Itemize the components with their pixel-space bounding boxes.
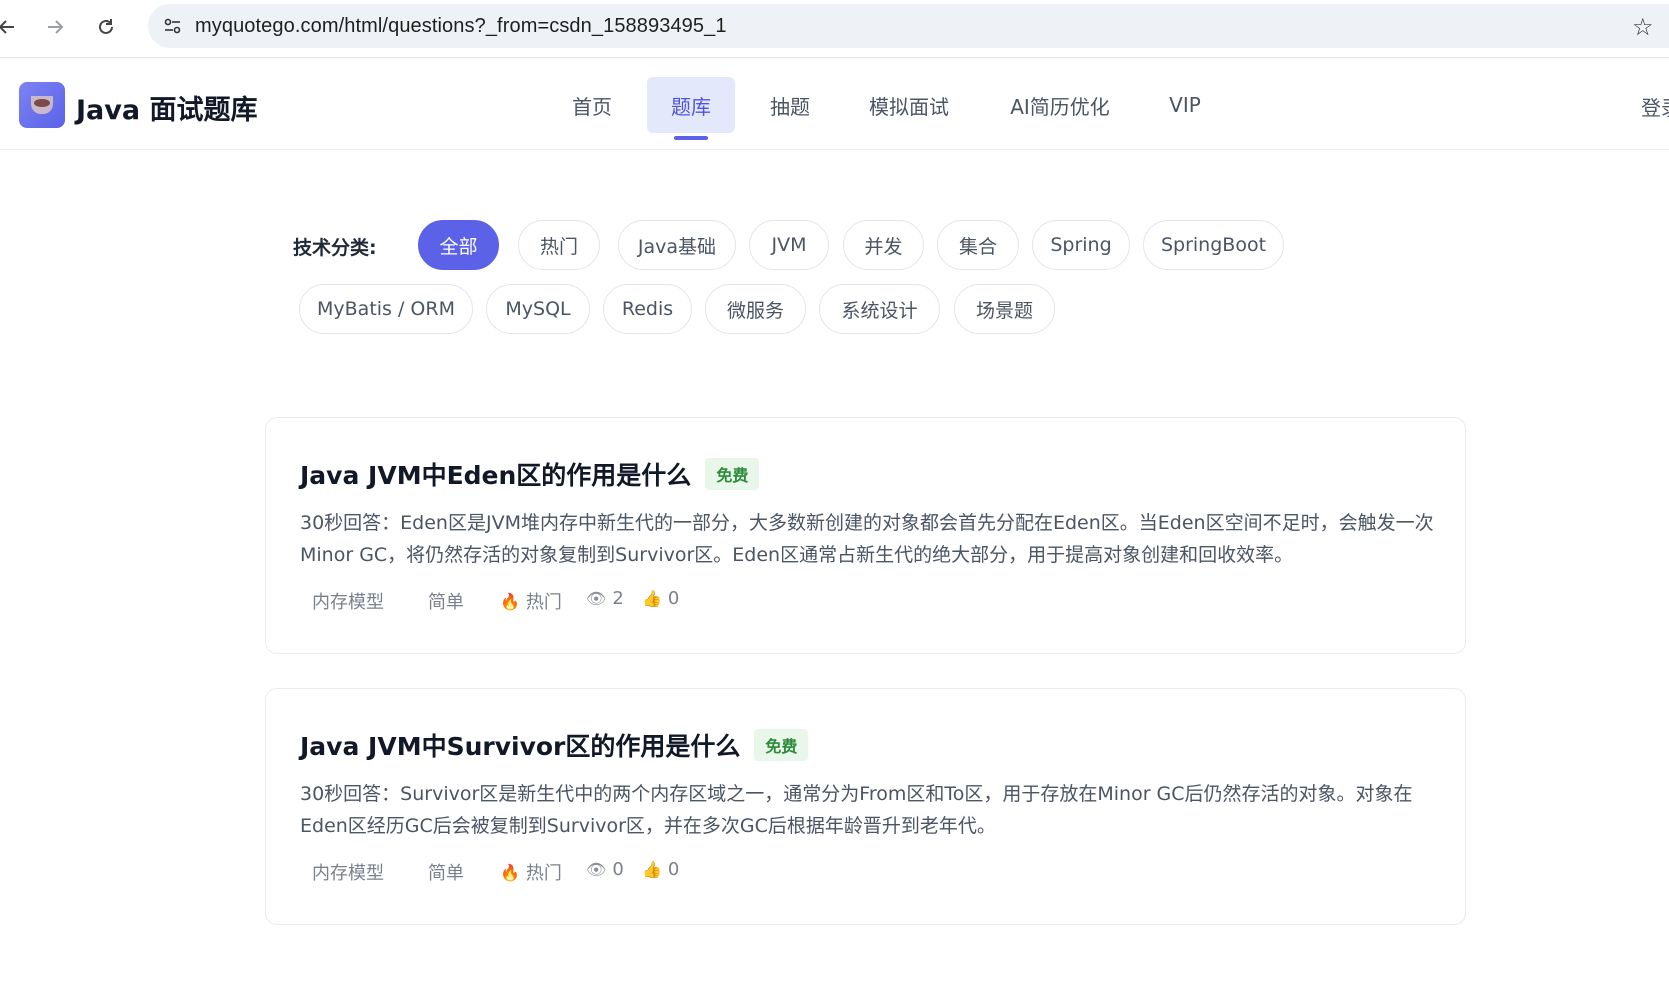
hot-tag: 🔥 热门 <box>500 859 562 885</box>
chip-concurrency[interactable]: 并发 <box>843 220 924 270</box>
views-value: 2 <box>612 588 624 609</box>
likes-count[interactable]: 👍 0 <box>642 588 679 609</box>
views-count: 👁 0 <box>586 859 624 880</box>
active-nav-indicator <box>674 136 708 140</box>
chip-hot[interactable]: 热门 <box>518 220 600 270</box>
free-badge: 免费 <box>754 729 809 761</box>
thumbs-up-icon[interactable]: 👍 <box>642 860 662 879</box>
url-text[interactable]: myquotego.com/html/questions?_from=csdn_… <box>195 15 727 38</box>
chip-java-basics[interactable]: Java基础 <box>618 220 736 270</box>
login-link[interactable]: 登录 <box>1641 92 1669 121</box>
nav-draw[interactable]: 抽题 <box>755 77 825 133</box>
chip-redis[interactable]: Redis <box>603 284 692 334</box>
address-bar[interactable]: myquotego.com/html/questions?_from=csdn_… <box>148 4 1669 48</box>
question-description: 30秒回答：Eden区是JVM堆内存中新生代的一部分，大多数新创建的对象都会首先… <box>300 512 1434 566</box>
chip-microservices[interactable]: 微服务 <box>705 284 806 334</box>
chip-springboot[interactable]: SpringBoot <box>1143 220 1284 270</box>
question-title[interactable]: Java JVM中Eden区的作用是什么 <box>300 456 691 492</box>
thumbs-up-icon[interactable]: 👍 <box>642 589 662 608</box>
nav-mock-interview[interactable]: 模拟面试 <box>853 77 965 133</box>
site-header: Java 面试题库 首页 题库 抽题 模拟面试 AI简历优化 VIP 登录 <box>0 58 1669 150</box>
site-title[interactable]: Java 面试题库 <box>76 88 258 127</box>
views-count: 👁 2 <box>586 588 624 609</box>
eye-icon: 👁 <box>586 589 607 608</box>
chip-spring[interactable]: Spring <box>1032 220 1130 270</box>
fire-icon: 🔥 <box>500 591 520 611</box>
question-description: 30秒回答：Survivor区是新生代中的两个内存区域之一，通常分为From区和… <box>300 783 1413 837</box>
chip-jvm[interactable]: JVM <box>749 220 829 270</box>
nav-home[interactable]: 首页 <box>557 77 627 133</box>
likes-count[interactable]: 👍 0 <box>642 859 679 880</box>
logo-coffee-icon[interactable] <box>19 82 65 128</box>
nav-questions[interactable]: 题库 <box>647 77 735 133</box>
site-info-icon[interactable] <box>162 15 184 37</box>
hot-label: 热门 <box>525 592 562 613</box>
fire-icon: 🔥 <box>500 862 520 882</box>
difficulty-tag: 简单 <box>428 592 464 613</box>
eye-icon: 👁 <box>586 860 607 879</box>
nav-ai-resume[interactable]: AI简历优化 <box>995 77 1125 133</box>
forward-arrow-icon[interactable] <box>40 12 70 42</box>
hot-tag: 🔥 热门 <box>500 588 562 614</box>
nav-vip[interactable]: VIP <box>1155 77 1215 133</box>
views-value: 0 <box>612 859 624 880</box>
category-tag: 内存模型 <box>312 863 384 884</box>
hot-label: 热门 <box>525 863 562 884</box>
free-badge: 免费 <box>705 458 760 490</box>
reload-icon[interactable] <box>91 12 121 42</box>
back-arrow-icon[interactable] <box>0 12 22 42</box>
likes-value: 0 <box>667 859 680 880</box>
filter-label: 技术分类: <box>293 237 377 259</box>
bookmark-star-icon[interactable]: ☆ <box>1632 13 1654 41</box>
chip-collections[interactable]: 集合 <box>937 220 1019 270</box>
category-tag: 内存模型 <box>312 592 384 613</box>
chip-mysql[interactable]: MySQL <box>486 284 590 334</box>
likes-value: 0 <box>667 588 680 609</box>
question-card[interactable]: Java JVM中Eden区的作用是什么 免费 30秒回答：Eden区是JVM堆… <box>265 417 1466 654</box>
browser-toolbar: myquotego.com/html/questions?_from=csdn_… <box>0 0 1669 58</box>
chip-mybatis-orm[interactable]: MyBatis / ORM <box>299 284 473 334</box>
chip-system-design[interactable]: 系统设计 <box>819 284 940 334</box>
chip-all[interactable]: 全部 <box>418 220 499 270</box>
question-title[interactable]: Java JVM中Survivor区的作用是什么 <box>300 727 740 763</box>
difficulty-tag: 简单 <box>428 863 464 884</box>
chip-scenarios[interactable]: 场景题 <box>954 284 1055 334</box>
question-card[interactable]: Java JVM中Survivor区的作用是什么 免费 30秒回答：Surviv… <box>265 688 1466 925</box>
